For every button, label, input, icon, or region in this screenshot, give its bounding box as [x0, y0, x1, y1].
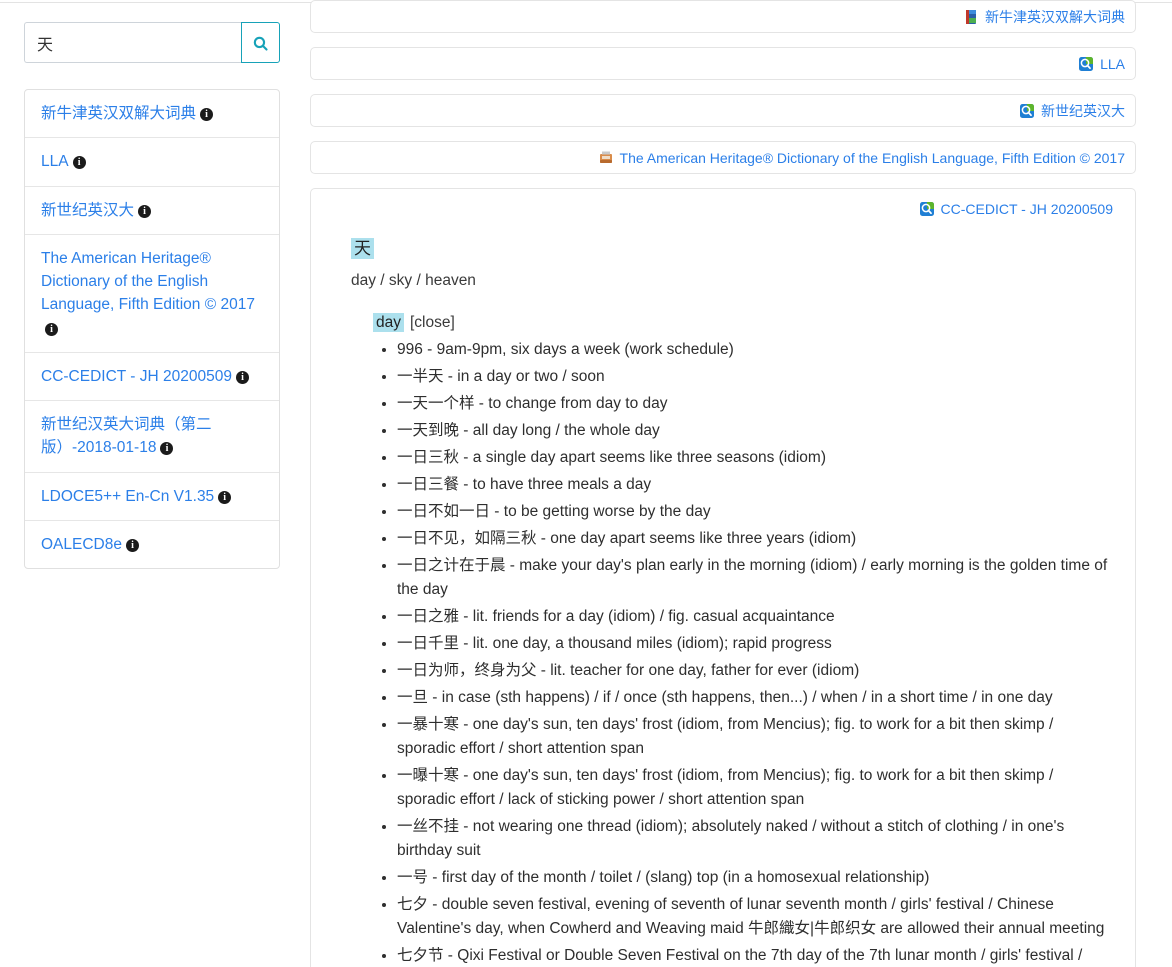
info-icon[interactable]: i [218, 490, 232, 504]
dictionary-list: 新牛津英汉双解大词典 i LLA i 新世纪英汉大 i The American He… [24, 89, 280, 569]
result-panel-xinniujin[interactable]: 新牛津英汉双解大词典 [310, 0, 1136, 33]
list-item: 七夕 - double seven festival, evening of s… [397, 893, 1109, 941]
list-item: 一半天 - in a day or two / soon [397, 365, 1109, 389]
app-green-blue-icon [919, 201, 935, 217]
list-item: 一天一个样 - to change from day to day [397, 392, 1109, 416]
sidebar-item-label[interactable]: 新世纪汉英大词典（第二版）-2018-01-18 [41, 416, 212, 456]
list-item: 一天到晚 - all day long / the whole day [397, 419, 1109, 443]
search-button[interactable] [240, 22, 280, 63]
panel-title[interactable]: The American Heritage® Dictionary of the… [620, 150, 1125, 166]
list-item: 一旦 - in case (sth happens) / if / once (… [397, 686, 1109, 710]
entry-headword-wrap: 天 [351, 237, 374, 261]
panel-header: LLA [1078, 56, 1125, 72]
list-item: 一日不见，如隔三秋 - one day apart seems like thr… [397, 527, 1109, 551]
app-green-blue-icon [1078, 56, 1094, 72]
list-item: 一日之雅 - lit. friends for a day (idiom) / … [397, 605, 1109, 629]
sidebar-item-label[interactable]: LLA [41, 153, 69, 170]
list-item: 一日之计在于晨 - make your day's plan early in … [397, 554, 1109, 602]
panel-header: 新世纪英汉大 [1019, 101, 1125, 121]
list-item: 一日三餐 - to have three meals a day [397, 473, 1109, 497]
list-item: 一曝十寒 - one day's sun, ten days' frost (i… [397, 764, 1109, 812]
book-orange-icon [598, 150, 614, 166]
search-bar [24, 22, 280, 63]
panel-header: The American Heritage® Dictionary of the… [598, 150, 1125, 166]
search-input[interactable] [24, 22, 241, 63]
list-item: 一日千里 - lit. one day, a thousand miles (i… [397, 632, 1109, 656]
entry-headword: 天 [351, 238, 374, 259]
list-item: 一日三秋 - a single day apart seems like thr… [397, 446, 1109, 470]
sidebar-item-label[interactable]: 新牛津英汉双解大词典 [41, 105, 196, 122]
list-item: 七夕节 - Qixi Festival or Double Seven Fest… [397, 944, 1109, 967]
sidebar-item-cc-cedict[interactable]: CC-CEDICT - JH 20200509 i [25, 353, 279, 401]
list-item: 一暴十寒 - one day's sun, ten days' frost (i… [397, 713, 1109, 761]
sidebar-item-xinniujin[interactable]: 新牛津英汉双解大词典 i [25, 90, 279, 139]
info-icon[interactable]: i [72, 156, 86, 170]
list-item: 一丝不挂 - not wearing one thread (idiom); a… [397, 815, 1109, 863]
sense-label: day [373, 313, 404, 333]
page-root: 新牛津英汉双解大词典i LLAi 新世纪英汉大i The American He… [0, 0, 1172, 967]
sidebar-item-label[interactable]: 新世纪英汉大 [41, 202, 134, 219]
sidebar-item-xinshiji-hanying[interactable]: 新世纪汉英大词典（第二版）-2018-01-18 i [25, 401, 279, 473]
results-column: 新牛津英汉双解大词典 LLA 新世纪英汉大 The American Herit… [310, 0, 1136, 967]
panel-title[interactable]: CC-CEDICT - JH 20200509 [941, 201, 1113, 217]
sense-header: day [close] [373, 313, 1109, 333]
sidebar-item-american-heritage[interactable]: The American Heritage® Dictionary of the… [25, 235, 279, 353]
sidebar-item-label[interactable]: OALECD8e [41, 536, 122, 553]
sidebar-item-ldoce5[interactable]: LDOCE5++ En-Cn V1.35 i [25, 473, 279, 521]
result-panel-xinshiji-yinghan[interactable]: 新世纪英汉大 [310, 94, 1136, 127]
panel-title[interactable]: 新牛津英汉双解大词典 [985, 7, 1125, 27]
list-item: 一日不如一日 - to be getting worse by the day [397, 500, 1109, 524]
info-icon[interactable]: i [125, 538, 139, 552]
panel-title[interactable]: 新世纪英汉大 [1041, 101, 1125, 121]
book-blue-icon [963, 9, 979, 25]
info-icon[interactable]: i [138, 204, 152, 218]
search-icon [252, 35, 269, 51]
sidebar-item-label[interactable]: LDOCE5++ En-Cn V1.35 [41, 488, 214, 505]
list-item: 996 - 9am-9pm, six days a week (work sch… [397, 338, 1109, 362]
definition-list: 996 - 9am-9pm, six days a week (work sch… [373, 338, 1109, 967]
list-item: 一日为师，终身为父 - lit. teacher for one day, fa… [397, 659, 1109, 683]
info-icon[interactable]: i [160, 442, 174, 456]
result-panel-cc-cedict: CC-CEDICT - JH 20200509 天 day / sky / he… [310, 188, 1136, 967]
sidebar-item-label[interactable]: The American Heritage® Dictionary of the… [41, 250, 255, 314]
panel-header: CC-CEDICT - JH 20200509 [333, 201, 1113, 217]
result-panel-lla[interactable]: LLA [310, 47, 1136, 80]
close-toggle[interactable]: [close] [410, 314, 455, 331]
panel-title[interactable]: LLA [1100, 56, 1125, 72]
panel-header: 新牛津英汉双解大词典 [963, 7, 1125, 27]
dictionary-entry: 天 day / sky / heaven day [close] 996 - 9a… [333, 223, 1113, 967]
app-green-blue-icon [1019, 103, 1035, 119]
info-icon[interactable]: i [45, 322, 58, 336]
list-item: 一号 - first day of the month / toilet / (… [397, 866, 1109, 890]
sidebar-item-lla[interactable]: LLA i [25, 138, 279, 187]
sense-block: day [close] 996 - 9am-9pm, six days a wee… [373, 313, 1109, 967]
sidebar-item-oalecd8e[interactable]: OALECD8e i [25, 521, 279, 568]
sidebar-item-label[interactable]: CC-CEDICT - JH 20200509 [41, 368, 232, 385]
info-icon[interactable]: i [235, 370, 249, 384]
sidebar: 新牛津英汉双解大词典i LLAi 新世纪英汉大i The American He… [0, 0, 300, 569]
entry-gloss: day / sky / heaven [351, 271, 476, 289]
result-panel-american-heritage[interactable]: The American Heritage® Dictionary of the… [310, 141, 1136, 174]
info-icon[interactable]: i [200, 108, 214, 121]
sidebar-item-xinshiji-yinghan[interactable]: 新世纪英汉大 i [25, 187, 279, 235]
